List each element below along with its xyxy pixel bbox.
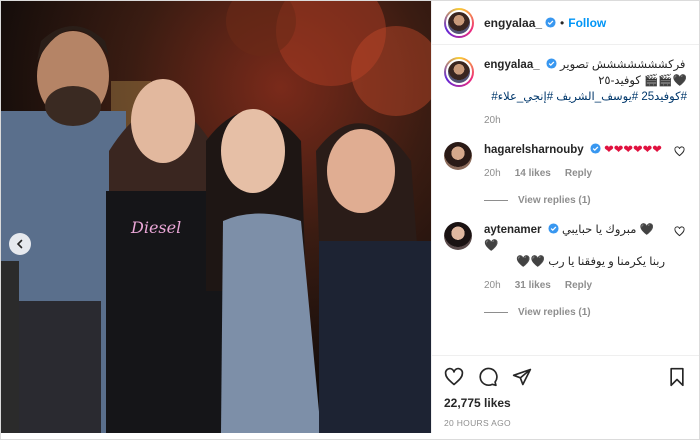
comment-text: ❤❤❤❤❤❤: [604, 144, 662, 156]
commenter-avatar[interactable]: [444, 222, 472, 250]
verified-badge-icon: [548, 223, 559, 234]
view-replies-label: View replies (1): [518, 195, 591, 206]
comments-list[interactable]: engyalaa_ فركششششششش تصوير 🖤🎬🎬 كوفيد-٢٥ …: [432, 45, 699, 355]
caption-time: 20h: [484, 115, 501, 126]
caption-line-2: 🖤🎬🎬 كوفيد-٢٥: [598, 75, 687, 87]
comment-text-line-2: ربنا يكرمنا و يوفقنا يا رب 🖤🖤: [516, 256, 665, 268]
caption-line-1: فركششششششش تصوير: [560, 59, 686, 71]
view-replies-button[interactable]: View replies (1): [484, 195, 665, 206]
svg-text:Diesel: Diesel: [130, 218, 181, 237]
comment-username[interactable]: hagarelsharnouby: [484, 144, 584, 156]
comment-time: 20h: [484, 168, 501, 179]
instagram-post: Diesel engyalaa_ • Follow engyalaa_ فركش…: [0, 0, 700, 440]
post-header: engyalaa_ • Follow: [432, 1, 699, 45]
caption-text: engyalaa_ فركششششششش تصوير: [484, 57, 687, 73]
comment-likes[interactable]: 31 likes: [515, 280, 551, 291]
paper-plane-icon[interactable]: [512, 367, 532, 387]
caption-avatar[interactable]: [444, 57, 474, 87]
reply-button[interactable]: Reply: [565, 280, 592, 291]
post-photo[interactable]: Diesel: [1, 1, 431, 433]
author-username[interactable]: engyalaa_: [484, 16, 542, 30]
author-avatar[interactable]: [444, 7, 474, 38]
post-side-panel: engyalaa_ • Follow engyalaa_ فركششششششش …: [431, 1, 699, 433]
posted-time: 20 HOURS AGO: [444, 418, 511, 428]
view-replies-button[interactable]: View replies (1): [484, 307, 665, 318]
bookmark-icon[interactable]: [667, 367, 687, 387]
comment-icon[interactable]: [478, 367, 498, 387]
carousel-prev-button[interactable]: [9, 233, 31, 255]
follow-button[interactable]: Follow: [568, 16, 606, 30]
heart-icon[interactable]: [444, 367, 464, 387]
comment-username[interactable]: aytenamer: [484, 224, 542, 236]
verified-badge-icon: [545, 17, 556, 28]
commenter-avatar[interactable]: [444, 142, 472, 170]
comment-item: hagarelsharnouby ❤❤❤❤❤❤ 20h 14 likes Rep…: [444, 142, 687, 206]
verified-badge-icon: [590, 143, 601, 154]
header-separator: •: [560, 15, 565, 30]
replies-divider: [484, 312, 508, 313]
group-photo-illustration: Diesel: [1, 1, 431, 433]
view-replies-label: View replies (1): [518, 307, 591, 318]
post-caption: engyalaa_ فركششششششش تصوير 🖤🎬🎬 كوفيد-٢٥ …: [444, 57, 687, 126]
verified-badge-icon: [546, 58, 557, 69]
comment-time: 20h: [484, 280, 501, 291]
caption-hashtags[interactable]: #كوفيد25 #يوسف_الشريف #إنجي_علاء#: [484, 89, 687, 105]
chevron-left-icon: [16, 239, 23, 249]
post-actions: 22,775 likes 20 HOURS AGO: [432, 355, 699, 433]
comment-item: aytenamer مبروك يا حبايبي 🖤🖤 ربنا يكرمنا…: [444, 222, 687, 318]
reply-button[interactable]: Reply: [565, 168, 592, 179]
comment-heart-icon[interactable]: [674, 146, 685, 157]
caption-username[interactable]: engyalaa_: [484, 59, 540, 71]
replies-divider: [484, 200, 508, 201]
comment-likes[interactable]: 14 likes: [515, 168, 551, 179]
likes-count[interactable]: 22,775 likes: [444, 396, 687, 410]
comment-heart-icon[interactable]: [674, 226, 685, 237]
